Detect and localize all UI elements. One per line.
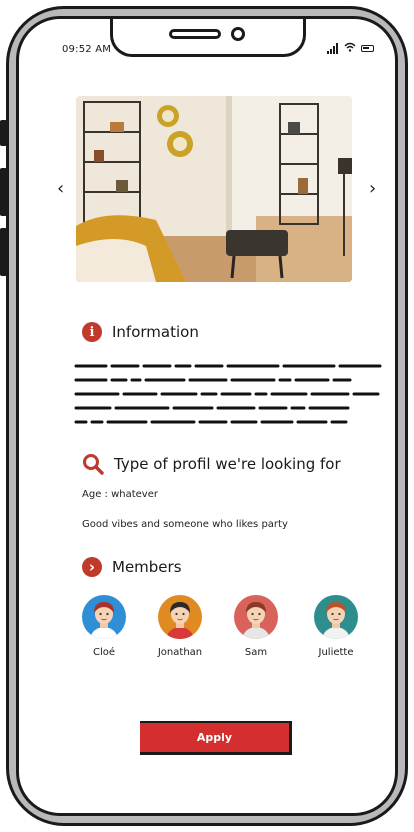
- status-icons: [327, 42, 374, 54]
- avatar: [158, 595, 202, 639]
- profile-type-heading: Type of profil we're looking for: [82, 453, 341, 475]
- phone-side-button: [0, 168, 7, 216]
- chevron-left-icon: ‹: [57, 178, 65, 199]
- avatar: [314, 595, 358, 639]
- apply-button[interactable]: Apply: [140, 721, 292, 755]
- carousel-prev-button[interactable]: ‹: [57, 180, 64, 198]
- camera-icon: [231, 27, 245, 41]
- profile-description: Good vibes and someone who likes party: [82, 519, 288, 530]
- phone-notch: [110, 19, 306, 57]
- avatar: [82, 595, 126, 639]
- profile-type-title: Type of profil we're looking for: [114, 455, 341, 473]
- age-requirement: Age : whatever: [82, 489, 158, 500]
- member-name: Jonathan: [157, 647, 203, 658]
- phone-side-button: [0, 120, 7, 146]
- member-name: Juliette: [318, 647, 354, 658]
- members-heading: › Members: [82, 557, 182, 577]
- member-name: Sam: [244, 647, 268, 658]
- member-name: Cloé: [92, 647, 116, 658]
- room-photo: [76, 96, 352, 282]
- signal-icon: [327, 42, 339, 54]
- member-card[interactable]: Sam: [226, 595, 286, 658]
- speaker-grill: [169, 29, 221, 39]
- chevron-right-icon: ›: [369, 178, 377, 199]
- member-card[interactable]: Cloé: [74, 595, 134, 658]
- battery-icon: [361, 44, 374, 52]
- avatar: [234, 595, 278, 639]
- information-text-redacted: [74, 364, 382, 424]
- information-title: Information: [112, 323, 199, 341]
- phone-side-button: [0, 228, 7, 276]
- wifi-icon: [344, 42, 356, 54]
- information-heading: i Information: [82, 322, 199, 342]
- carousel-next-button[interactable]: ›: [369, 180, 376, 198]
- member-card[interactable]: Jonathan: [150, 595, 210, 658]
- search-icon: [82, 453, 104, 475]
- status-time: 09:52 AM: [62, 44, 112, 55]
- members-title: Members: [112, 558, 182, 576]
- room-photo-carousel[interactable]: [76, 96, 352, 282]
- chevron-right-circle-icon: ›: [82, 557, 102, 577]
- info-icon: i: [82, 322, 102, 342]
- member-card[interactable]: Juliette: [306, 595, 366, 658]
